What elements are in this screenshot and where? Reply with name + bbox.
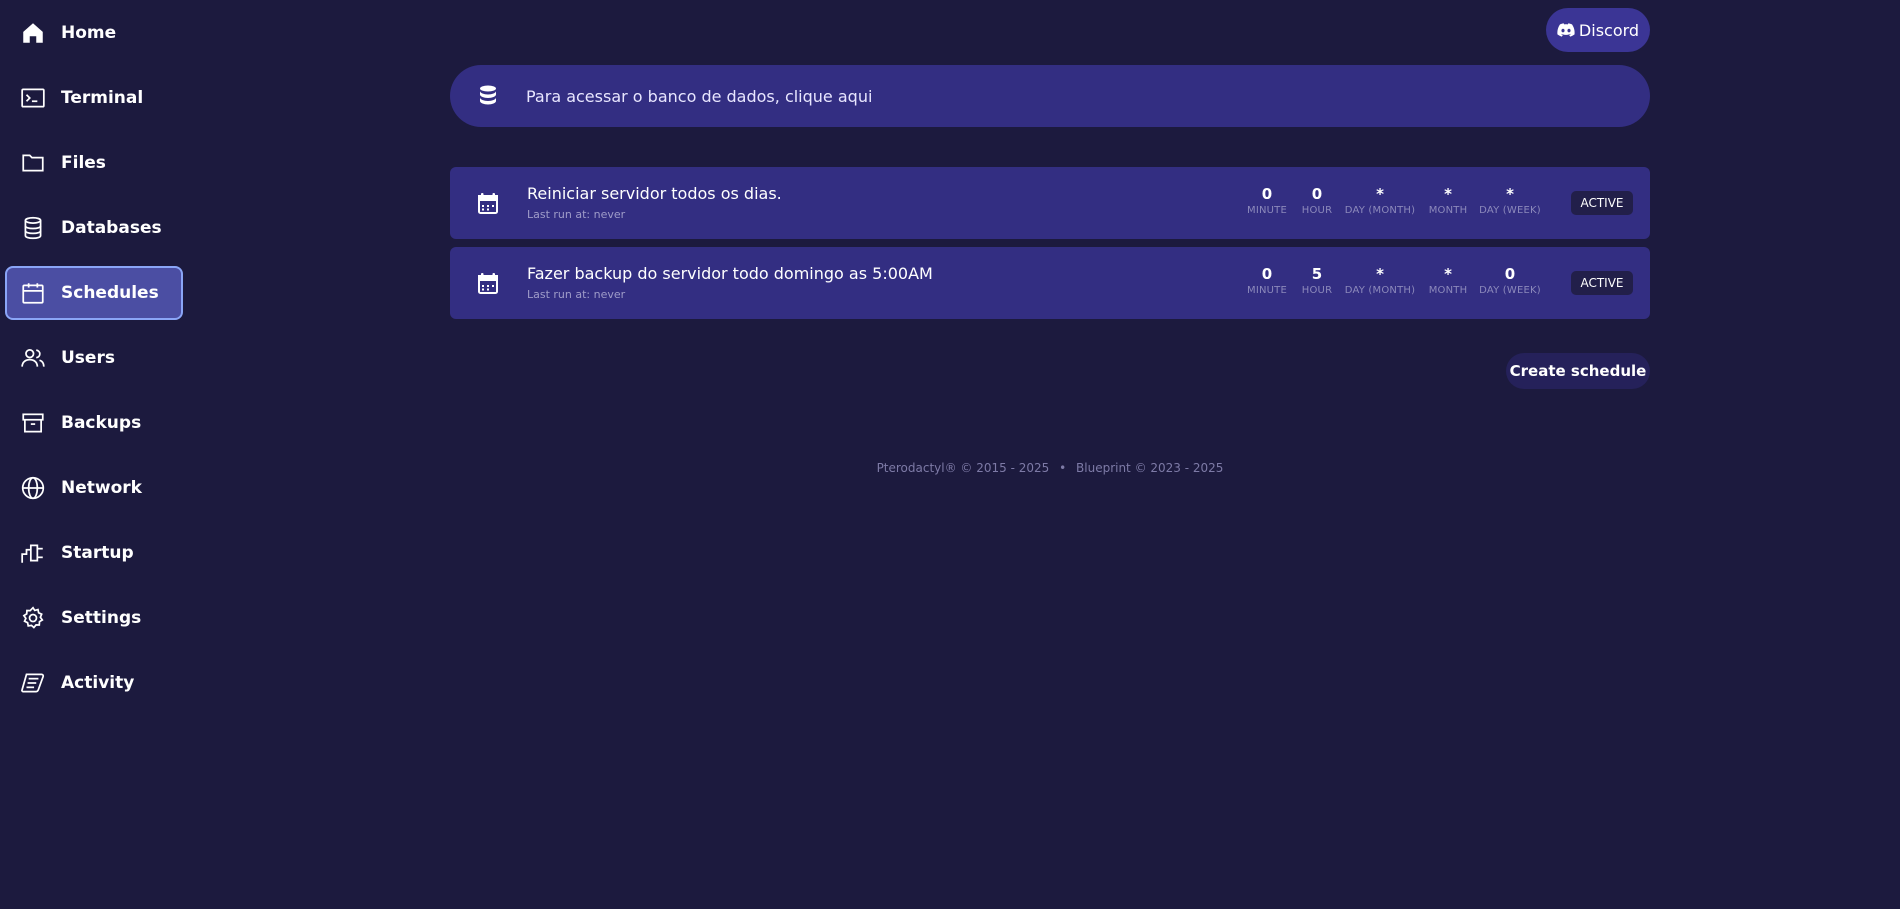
schedule-row[interactable]: Reiniciar servidor todos os dias. Last r… [450, 167, 1650, 239]
banner-text: Para acessar o banco de dados, clique aq… [526, 86, 873, 106]
cron-label: DAY (WEEK) [1479, 285, 1541, 296]
cron-value: 5 [1311, 265, 1323, 283]
cron-value: * [1376, 185, 1384, 203]
sidebar-item-label: Network [61, 478, 142, 498]
cron-month: * MONTH [1429, 265, 1468, 296]
calendar-icon [478, 273, 498, 294]
cron-label: MONTH [1428, 285, 1468, 296]
sidebar-item-label: Home [61, 23, 117, 43]
terminal-icon [19, 84, 47, 112]
cron-label: HOUR [1301, 285, 1333, 296]
discord-button[interactable]: Discord [1546, 8, 1650, 52]
plug-icon [19, 539, 47, 567]
sidebar-item-label: Startup [61, 543, 134, 563]
cron-value: 0 [1504, 265, 1516, 283]
footer-blueprint: Blueprint © 2023 - 2025 [1076, 461, 1224, 475]
cron-label: DAY (MONTH) [1344, 285, 1416, 296]
cron-value: * [1444, 265, 1452, 283]
cron-day-week: 0 DAY (WEEK) [1479, 265, 1541, 296]
schedule-last-run: Last run at: never [527, 208, 626, 221]
sidebar-item-schedules[interactable]: Schedules [5, 266, 183, 320]
cron-label: MINUTE [1246, 205, 1288, 216]
gear-icon [19, 604, 47, 632]
sidebar-item-home[interactable]: Home [5, 6, 183, 60]
sidebar-item-label: Users [61, 348, 115, 368]
cron-label: DAY (MONTH) [1344, 205, 1416, 216]
sidebar-item-label: Backups [61, 413, 142, 433]
sidebar-item-terminal[interactable]: Terminal [5, 71, 183, 125]
cron-day-month: * DAY (MONTH) [1345, 265, 1416, 296]
calendar-icon [478, 193, 498, 214]
cron-month: * MONTH [1429, 185, 1468, 216]
cron-minute: 0 MINUTE [1247, 185, 1287, 216]
cron-label: HOUR [1301, 205, 1333, 216]
sidebar-item-users[interactable]: Users [5, 331, 183, 385]
home-icon [19, 19, 47, 47]
globe-icon [19, 474, 47, 502]
cron-value: 0 [1261, 265, 1273, 283]
folder-icon [19, 149, 47, 177]
sidebar-item-label: Files [61, 153, 106, 173]
cron-value: 0 [1261, 185, 1273, 203]
create-schedule-button[interactable]: Create schedule [1506, 353, 1650, 389]
footer-pterodactyl: Pterodactyl® © 2015 - 2025 [876, 461, 1050, 475]
schedule-name: Reiniciar servidor todos os dias. [527, 184, 782, 203]
cron-day-week: * DAY (WEEK) [1479, 185, 1541, 216]
cron-hour: 0 HOUR [1302, 185, 1332, 216]
footer-separator: • [1059, 461, 1067, 475]
schedule-row[interactable]: Fazer backup do servidor todo domingo as… [450, 247, 1650, 319]
cron-hour: 5 HOUR [1302, 265, 1332, 296]
cron-value: 0 [1311, 185, 1323, 203]
sidebar-item-label: Settings [61, 608, 142, 628]
status-badge: ACTIVE [1571, 191, 1633, 215]
sidebar-item-label: Activity [61, 673, 135, 693]
sidebar-item-databases[interactable]: Databases [5, 201, 183, 255]
cron-label: MONTH [1428, 205, 1468, 216]
cron-value: * [1376, 265, 1384, 283]
discord-label: Discord [1578, 20, 1640, 40]
sidebar-item-label: Terminal [61, 88, 144, 108]
sidebar-item-activity[interactable]: Activity [5, 656, 183, 710]
sidebar-item-network[interactable]: Network [5, 461, 183, 515]
sidebar-item-label: Databases [61, 218, 162, 238]
discord-icon [1557, 23, 1575, 37]
sidebar: Home Terminal Files Databases Schedules … [0, 0, 190, 909]
cron-value: * [1506, 185, 1514, 203]
cron-label: MINUTE [1246, 285, 1288, 296]
scroll-icon [19, 669, 47, 697]
cron-value: * [1444, 185, 1452, 203]
database-banner[interactable]: Para acessar o banco de dados, clique aq… [450, 65, 1650, 127]
cron-label: DAY (WEEK) [1479, 205, 1541, 216]
schedule-last-run: Last run at: never [527, 288, 626, 301]
calendar-icon [19, 279, 47, 307]
sidebar-item-files[interactable]: Files [5, 136, 183, 190]
sidebar-item-label: Schedules [61, 283, 159, 303]
schedule-name: Fazer backup do servidor todo domingo as… [527, 264, 933, 283]
database-icon [474, 82, 502, 110]
cron-minute: 0 MINUTE [1247, 265, 1287, 296]
sidebar-item-startup[interactable]: Startup [5, 526, 183, 580]
status-badge: ACTIVE [1571, 271, 1633, 295]
cron-day-month: * DAY (MONTH) [1345, 185, 1416, 216]
archive-icon [19, 409, 47, 437]
footer: Pterodactyl® © 2015 - 2025 • Blueprint ©… [450, 461, 1650, 475]
users-icon [19, 344, 47, 372]
sidebar-item-backups[interactable]: Backups [5, 396, 183, 450]
database-icon [19, 214, 47, 242]
sidebar-item-settings[interactable]: Settings [5, 591, 183, 645]
